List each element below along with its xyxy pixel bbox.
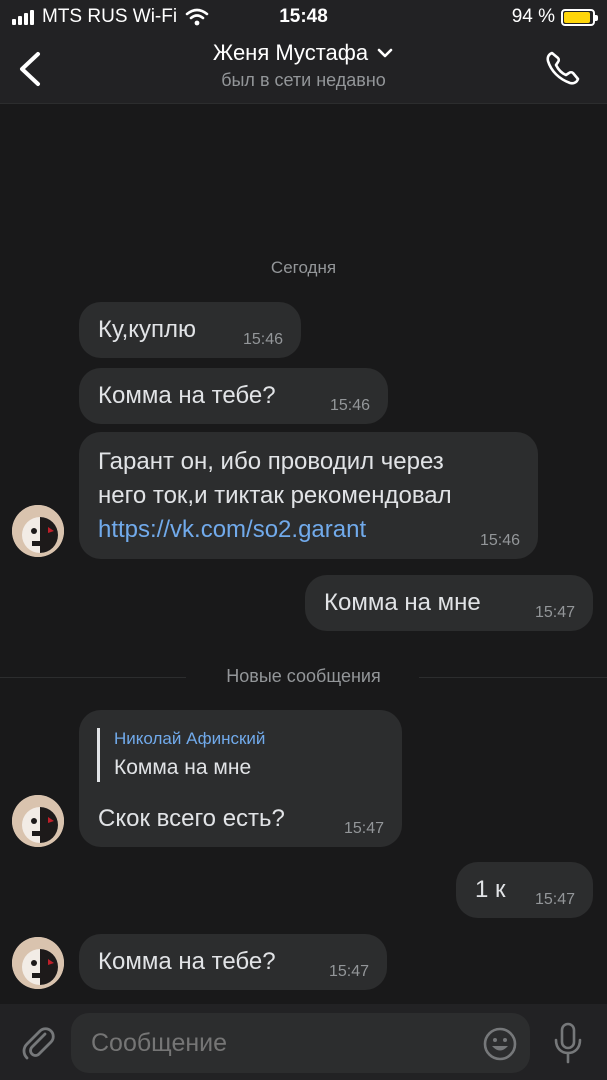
message-text-line: него ток,и тиктак рекомендовал	[98, 482, 452, 509]
message-text-line: Гарант он, ибо проводил через	[98, 448, 444, 475]
avatar[interactable]	[12, 937, 64, 989]
battery-percent: 94 %	[511, 6, 555, 27]
phone-icon[interactable]	[543, 48, 583, 88]
separator-line	[419, 677, 607, 678]
message-link[interactable]: https://vk.com/so2.garant	[98, 513, 538, 547]
date-separator: Сегодня	[270, 258, 337, 277]
avatar[interactable]	[12, 505, 64, 557]
microphone-icon[interactable]	[551, 1022, 585, 1064]
battery-level	[564, 11, 591, 23]
chat-title-area[interactable]: Женя Мустафа был в сети недавно	[0, 40, 607, 91]
message-incoming[interactable]: Ку,куплю 15:46	[79, 302, 301, 358]
message-time: 15:46	[479, 532, 520, 549]
message-incoming[interactable]: Комма на тебе? 15:47	[79, 934, 387, 990]
chat-header: Женя Мустафа был в сети недавно	[0, 34, 607, 104]
avatar[interactable]	[12, 795, 64, 847]
message-input-box[interactable]	[71, 1013, 530, 1073]
paperclip-icon[interactable]	[18, 1022, 58, 1062]
status-bar: MTS RUS Wi-Fi 15:48 94 %	[0, 0, 607, 34]
reply-author: Николай Афинский	[114, 729, 266, 748]
message-time: 15:47	[534, 604, 575, 621]
reply-text: Комма на мне	[114, 756, 252, 779]
message-incoming[interactable]: Гарант он, ибо проводил через него ток,и…	[79, 432, 538, 559]
battery-icon	[561, 8, 598, 26]
message-composer	[0, 1004, 607, 1080]
message-text: Комма на тебе?	[98, 948, 276, 975]
message-outgoing[interactable]: 1 к 15:47	[456, 862, 593, 918]
new-messages-separator: Новые сообщения	[0, 666, 607, 688]
avatar-image	[12, 795, 64, 847]
message-time: 15:46	[242, 331, 283, 348]
contact-status: был в сети недавно	[221, 70, 386, 90]
message-time: 15:47	[534, 891, 575, 908]
chevron-down-icon	[377, 48, 393, 58]
reply-quote[interactable]: Николай Афинский Комма на мне	[97, 728, 265, 782]
message-incoming[interactable]: Комма на тебе? 15:46	[79, 368, 388, 424]
message-incoming-reply[interactable]: Николай Афинский Комма на мне Скок всего…	[79, 710, 402, 847]
message-text: Комма на тебе?	[98, 382, 276, 409]
message-text: Ку,куплю	[98, 316, 197, 343]
chat-screen: MTS RUS Wi-Fi 15:48 94 % Женя Мустафа бы…	[0, 0, 607, 1080]
avatar-image	[12, 505, 64, 557]
message-text: Комма на мне	[324, 589, 481, 616]
message-outgoing[interactable]: Комма на мне 15:47	[305, 575, 593, 631]
message-text: Скок всего есть?	[98, 805, 285, 832]
message-time: 15:46	[329, 397, 370, 414]
message-time: 15:47	[343, 820, 384, 837]
status-right: 94 %	[511, 6, 598, 28]
message-text: 1 к	[475, 876, 506, 903]
message-input[interactable]	[91, 1029, 471, 1058]
emoji-icon[interactable]	[482, 1026, 518, 1062]
contact-name: Женя Мустафа	[212, 40, 369, 65]
message-time: 15:47	[328, 963, 369, 980]
avatar-image	[12, 937, 64, 989]
